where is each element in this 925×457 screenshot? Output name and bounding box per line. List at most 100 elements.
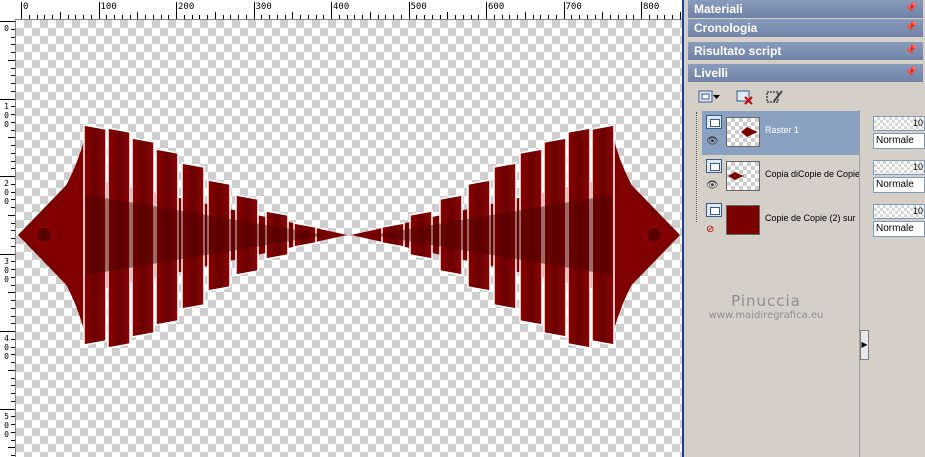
palette-title: Materiali bbox=[694, 2, 743, 16]
delete-layer-icon bbox=[736, 90, 753, 105]
pin-icon[interactable]: 📌 bbox=[905, 0, 917, 18]
ruler-minor-tick bbox=[524, 12, 526, 19]
delete-layer-button[interactable] bbox=[734, 87, 756, 107]
ruler-label: 0 bbox=[4, 188, 9, 197]
ruler-major-tick bbox=[0, 331, 15, 332]
pin-icon[interactable]: 📌 bbox=[905, 19, 917, 37]
ruler-label: 0 bbox=[4, 110, 9, 120]
ruler-major-tick bbox=[0, 21, 15, 22]
raster-layer-icon bbox=[706, 115, 722, 129]
layer-thumbnail bbox=[726, 117, 760, 147]
layer-row-copie-de-copie[interactable]: ⊘ Copie de Copie (2) sur bbox=[702, 199, 859, 243]
ruler-minor-tick bbox=[11, 160, 15, 162]
ruler-major-tick bbox=[641, 2, 642, 19]
ruler-minor-tick bbox=[455, 15, 456, 19]
ruler-minor-tick bbox=[393, 15, 394, 19]
palette-header-script-output[interactable]: Risultato script 📌 bbox=[688, 42, 923, 60]
ruler-minor-tick bbox=[315, 15, 317, 19]
panel-splitter-grip[interactable]: ▶ bbox=[860, 330, 869, 360]
ruler-minor-tick bbox=[377, 15, 379, 19]
palette-title: Livelli bbox=[694, 66, 729, 80]
ruler-minor-tick bbox=[11, 238, 15, 239]
ruler-minor-tick bbox=[222, 15, 224, 19]
ruler-minor-tick bbox=[11, 439, 15, 441]
canvas-area[interactable] bbox=[16, 20, 682, 457]
ruler-minor-tick bbox=[424, 15, 425, 19]
palette-header-materials[interactable]: Materiali 📌 bbox=[688, 0, 923, 18]
new-layer-dropdown[interactable] bbox=[712, 87, 722, 107]
ruler-minor-tick bbox=[416, 15, 418, 19]
opacity-slider[interactable]: 10 bbox=[873, 204, 925, 219]
ruler-minor-tick bbox=[369, 12, 371, 19]
ruler-major-tick bbox=[21, 2, 22, 19]
artwork-lace-detail bbox=[35, 226, 53, 244]
ruler-minor-tick bbox=[594, 15, 596, 19]
ruler-major-tick bbox=[0, 253, 15, 255]
ruler-minor-tick bbox=[8, 59, 15, 61]
vertical-ruler: 0100200300400500 bbox=[0, 19, 16, 457]
blend-mode-select[interactable]: Normale bbox=[873, 177, 925, 193]
layer-props-copie-de-copie: 10 Normale bbox=[873, 204, 925, 240]
pin-icon[interactable]: 📌 bbox=[905, 64, 917, 82]
layer-row-raster-1[interactable]: 👁 Raster 1 bbox=[702, 111, 859, 155]
opacity-slider[interactable]: 10 bbox=[873, 160, 925, 175]
ruler-minor-tick bbox=[548, 15, 549, 19]
eye-visible-icon[interactable]: 👁 bbox=[706, 137, 720, 147]
opacity-slider[interactable]: 10 bbox=[873, 116, 925, 131]
ruler-label: 300 bbox=[255, 2, 272, 12]
ruler-minor-tick bbox=[238, 15, 239, 19]
ruler-label: 4 bbox=[4, 334, 9, 343]
eye-visible-icon[interactable]: 👁 bbox=[706, 181, 720, 191]
ruler-major-tick bbox=[0, 408, 15, 410]
ruler-label: 0 bbox=[4, 197, 9, 206]
image-canvas-window: 0 100 200 300 400 500 600 700 800 01002003004005… bbox=[0, 0, 684, 457]
layer-row-copia-di-copie[interactable]: 👁 Copia diCopie de Copie (2) sur bbox=[702, 155, 859, 199]
ruler-minor-tick bbox=[114, 15, 115, 19]
thumbnail-art bbox=[741, 127, 758, 137]
raster-layer-icon bbox=[706, 159, 722, 173]
eye-hidden-icon[interactable]: ⊘ bbox=[706, 225, 720, 235]
ruler-minor-tick bbox=[532, 15, 534, 19]
ruler-minor-tick bbox=[11, 455, 15, 456]
ruler-label: 3 bbox=[4, 256, 9, 266]
ruler-minor-tick bbox=[11, 83, 15, 84]
edit-selection-button[interactable] bbox=[764, 87, 786, 107]
ruler-minor-tick bbox=[11, 307, 15, 309]
ruler-minor-tick bbox=[214, 12, 216, 19]
ruler-minor-tick bbox=[67, 15, 69, 19]
ruler-minor-tick bbox=[11, 315, 15, 317]
pin-icon[interactable]: 📌 bbox=[905, 42, 917, 60]
ruler-minor-tick bbox=[517, 15, 518, 19]
blend-mode-select[interactable]: Normale bbox=[873, 221, 925, 237]
ruler-minor-tick bbox=[11, 300, 15, 301]
ruler-minor-tick bbox=[493, 15, 495, 19]
canvas-image[interactable] bbox=[16, 20, 682, 457]
ruler-minor-tick bbox=[11, 276, 15, 278]
ruler-minor-tick bbox=[121, 15, 123, 19]
ruler-minor-tick bbox=[145, 15, 146, 19]
ruler-minor-tick bbox=[168, 15, 170, 19]
ruler-minor-tick bbox=[11, 114, 15, 115]
blend-mode-select[interactable]: Normale bbox=[873, 133, 925, 149]
ruler-minor-tick bbox=[230, 15, 232, 19]
palette-header-layers[interactable]: Livelli 📌 bbox=[688, 64, 923, 82]
raster-layer-icon bbox=[706, 203, 722, 217]
ruler-minor-tick bbox=[11, 90, 15, 92]
palette-header-history[interactable]: Cronologia 📌 bbox=[688, 19, 923, 37]
layers-list: 👁 Raster 1 👁 Copia diCopie de Copie (2) … bbox=[688, 110, 860, 457]
ruler-minor-tick bbox=[207, 15, 208, 19]
ruler-label: 0 bbox=[4, 265, 9, 275]
layer-props-raster-1: 10 Normale bbox=[873, 116, 925, 152]
ruler-minor-tick bbox=[672, 15, 673, 19]
ruler-minor-tick bbox=[625, 15, 627, 19]
layers-toolbar bbox=[688, 84, 923, 110]
ruler-major-tick bbox=[331, 2, 332, 19]
ruler-label: 5 bbox=[4, 411, 9, 421]
ruler-major-tick bbox=[98, 2, 100, 19]
ruler-minor-tick bbox=[106, 15, 108, 19]
ruler-major-tick bbox=[176, 2, 177, 19]
ruler-minor-tick bbox=[11, 129, 15, 131]
layer-properties-column: 10 Normale 10 Normale 10 Normale bbox=[871, 110, 925, 457]
ruler-minor-tick bbox=[284, 15, 286, 19]
ruler-minor-tick bbox=[59, 12, 61, 19]
